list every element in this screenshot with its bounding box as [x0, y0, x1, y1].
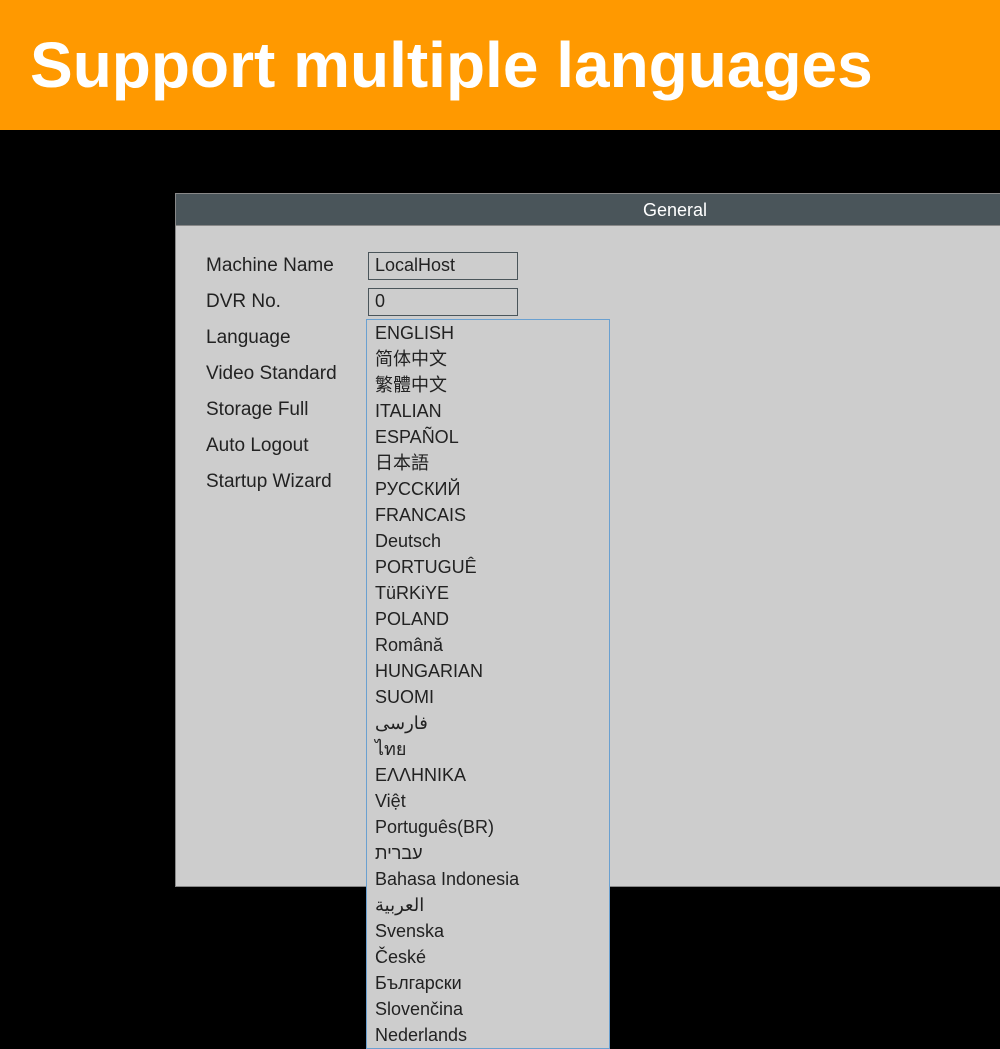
- banner-text: Support multiple languages: [30, 28, 873, 102]
- dropdown-item[interactable]: 繁體中文: [367, 372, 609, 398]
- dropdown-item[interactable]: HUNGARIAN: [367, 658, 609, 684]
- dropdown-item[interactable]: Deutsch: [367, 528, 609, 554]
- label-auto-logout: Auto Logout: [206, 435, 368, 457]
- dropdown-item[interactable]: ITALIAN: [367, 398, 609, 424]
- general-window: General Machine Name LocalHost DVR No. 0…: [175, 193, 1000, 887]
- row-dvr-no: DVR No. 0: [206, 286, 1000, 317]
- dropdown-item[interactable]: Bahasa Indonesia: [367, 866, 609, 892]
- dropdown-item[interactable]: SUOMI: [367, 684, 609, 710]
- label-language: Language: [206, 327, 368, 349]
- label-dvr-no: DVR No.: [206, 291, 368, 313]
- dropdown-item[interactable]: Svenska: [367, 918, 609, 944]
- dropdown-item[interactable]: FRANCAIS: [367, 502, 609, 528]
- dropdown-item[interactable]: ΕΛΛΗΝΙΚΑ: [367, 762, 609, 788]
- input-machine-name[interactable]: LocalHost: [368, 252, 518, 280]
- dropdown-item[interactable]: ENGLISH: [367, 320, 609, 346]
- dropdown-item[interactable]: עברית: [367, 840, 609, 866]
- row-machine-name: Machine Name LocalHost: [206, 250, 1000, 281]
- label-machine-name: Machine Name: [206, 255, 368, 277]
- window-titlebar: General: [176, 194, 1000, 226]
- dropdown-item[interactable]: POLAND: [367, 606, 609, 632]
- dropdown-item[interactable]: فارسی: [367, 710, 609, 736]
- dropdown-item[interactable]: 日本語: [367, 450, 609, 476]
- label-storage-full: Storage Full: [206, 399, 368, 421]
- dropdown-item[interactable]: РУССКИЙ: [367, 476, 609, 502]
- input-dvr-no[interactable]: 0: [368, 288, 518, 316]
- dropdown-item[interactable]: Български: [367, 970, 609, 996]
- dropdown-item[interactable]: České: [367, 944, 609, 970]
- dropdown-item[interactable]: ESPAÑOL: [367, 424, 609, 450]
- dropdown-item[interactable]: 简体中文: [367, 346, 609, 372]
- dropdown-item[interactable]: TüRKiYE: [367, 580, 609, 606]
- dropdown-item[interactable]: Português(BR): [367, 814, 609, 840]
- dropdown-item[interactable]: العربية: [367, 892, 609, 918]
- dropdown-item[interactable]: ไทย: [367, 736, 609, 762]
- dropdown-item[interactable]: Nederlands: [367, 1022, 609, 1048]
- label-video-standard: Video Standard: [206, 363, 368, 385]
- banner: Support multiple languages: [0, 0, 1000, 130]
- dropdown-item[interactable]: Română: [367, 632, 609, 658]
- dropdown-item[interactable]: PORTUGUÊ: [367, 554, 609, 580]
- label-startup-wizard: Startup Wizard: [206, 471, 368, 493]
- window-content: Machine Name LocalHost DVR No. 0 Languag…: [176, 226, 1000, 886]
- dropdown-item[interactable]: Việt: [367, 788, 609, 814]
- dropdown-language[interactable]: ENGLISH简体中文繁體中文ITALIANESPAÑOL日本語РУССКИЙF…: [366, 319, 610, 1049]
